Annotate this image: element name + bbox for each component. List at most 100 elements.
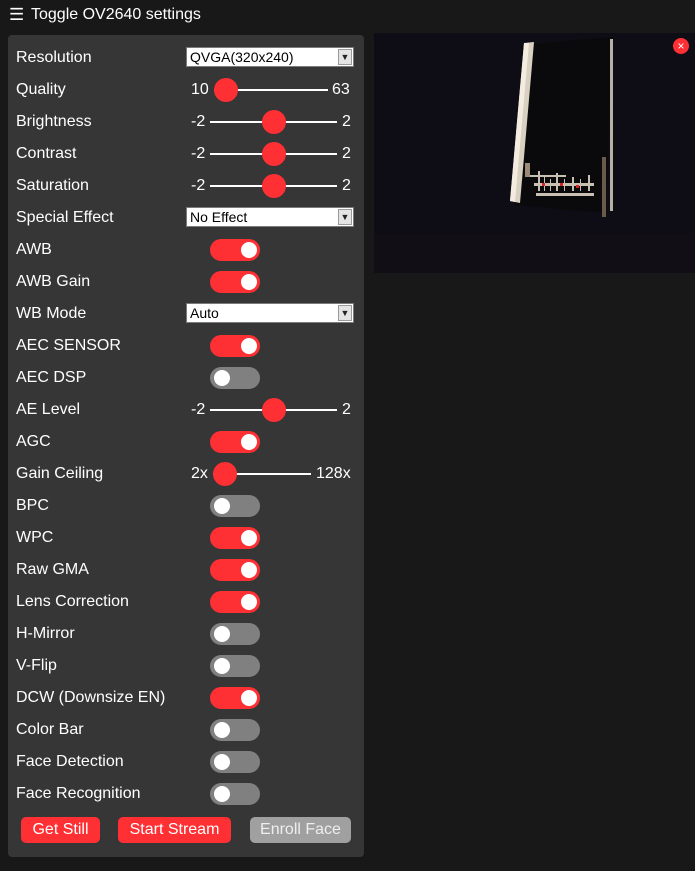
page-title[interactable]: Toggle OV2640 settings: [31, 5, 201, 25]
gain-ceiling-label: Gain Ceiling: [16, 465, 104, 482]
wb-mode-select[interactable]: Auto ▼: [186, 303, 354, 323]
v-flip-label: V-Flip: [16, 657, 57, 674]
toggle-knob: [241, 690, 257, 706]
special-effect-value: No Effect: [190, 209, 248, 225]
saturation-max: 2: [342, 177, 351, 194]
ae-level-min: -2: [191, 401, 206, 418]
contrast-max: 2: [342, 145, 351, 162]
quality-slider-knob[interactable]: [214, 78, 238, 102]
awb-gain-row: AWB Gain: [8, 266, 364, 298]
aec-dsp-label: AEC DSP: [16, 369, 87, 386]
toggle-knob: [214, 754, 230, 770]
h-mirror-label: H-Mirror: [16, 625, 75, 642]
toggle-knob: [241, 434, 257, 450]
ae-level-slider-knob[interactable]: [262, 398, 286, 422]
toggle-knob: [241, 242, 257, 258]
gain-ceiling-slider-knob[interactable]: [213, 462, 237, 486]
enroll-face-button[interactable]: Enroll Face: [250, 817, 351, 843]
bpc-label: BPC: [16, 497, 49, 514]
raw-gma-toggle[interactable]: [210, 559, 260, 581]
contrast-label: Contrast: [16, 145, 77, 162]
aec-sensor-toggle[interactable]: [210, 335, 260, 357]
wpc-label: WPC: [16, 529, 54, 546]
chevron-down-icon: ▼: [338, 305, 352, 321]
brightness-slider-knob[interactable]: [262, 110, 286, 134]
saturation-row: Saturation -2 2: [8, 170, 364, 202]
face-recognition-row: Face Recognition: [8, 778, 364, 810]
lens-correction-row: Lens Correction: [8, 586, 364, 618]
wb-mode-value: Auto: [190, 305, 219, 321]
color-bar-toggle[interactable]: [210, 719, 260, 741]
h-mirror-row: H-Mirror: [8, 618, 364, 650]
camera-frame: [374, 33, 695, 273]
saturation-label: Saturation: [16, 177, 89, 194]
header-bar: ☰ Toggle OV2640 settings: [0, 0, 695, 32]
quality-label: Quality: [16, 81, 66, 98]
face-detection-label: Face Detection: [16, 753, 124, 770]
face-detection-row: Face Detection: [8, 746, 364, 778]
camera-stream-image: [374, 33, 695, 273]
awb-row: AWB: [8, 234, 364, 266]
dcw-label: DCW (Downsize EN): [16, 689, 166, 706]
saturation-min: -2: [191, 177, 206, 194]
quality-row: Quality 10 63: [8, 74, 364, 106]
special-effect-row: Special Effect No Effect ▼: [8, 202, 364, 234]
aec-dsp-row: AEC DSP: [8, 362, 364, 394]
toggle-knob: [214, 722, 230, 738]
contrast-row: Contrast -2 2: [8, 138, 364, 170]
bpc-toggle[interactable]: [210, 495, 260, 517]
gain-ceiling-row: Gain Ceiling 2x 128x: [8, 458, 364, 490]
contrast-min: -2: [191, 145, 206, 162]
brightness-max: 2: [342, 113, 351, 130]
agc-toggle[interactable]: [210, 431, 260, 453]
contrast-slider-knob[interactable]: [262, 142, 286, 166]
quality-min: 10: [191, 81, 209, 98]
awb-gain-label: AWB Gain: [16, 273, 91, 290]
aec-sensor-row: AEC SENSOR: [8, 330, 364, 362]
lens-correction-toggle[interactable]: [210, 591, 260, 613]
ae-level-max: 2: [342, 401, 351, 418]
face-detection-toggle[interactable]: [210, 751, 260, 773]
toggle-knob: [241, 338, 257, 354]
color-bar-label: Color Bar: [16, 721, 84, 738]
toggle-knob: [214, 658, 230, 674]
brightness-min: -2: [191, 113, 206, 130]
v-flip-toggle[interactable]: [210, 655, 260, 677]
chevron-down-icon: ▼: [338, 49, 352, 65]
toggle-knob: [214, 370, 230, 386]
menu-icon[interactable]: ☰: [9, 5, 24, 25]
dcw-row: DCW (Downsize EN): [8, 682, 364, 714]
resolution-select[interactable]: QVGA(320x240) ▼: [186, 47, 354, 67]
bpc-row: BPC: [8, 490, 364, 522]
special-effect-select[interactable]: No Effect ▼: [186, 207, 354, 227]
dcw-toggle[interactable]: [210, 687, 260, 709]
gain-ceiling-max: 128x: [316, 465, 351, 482]
agc-row: AGC: [8, 426, 364, 458]
face-recognition-toggle[interactable]: [210, 783, 260, 805]
wpc-toggle[interactable]: [210, 527, 260, 549]
resolution-row: Resolution QVGA(320x240) ▼: [8, 42, 364, 74]
awb-toggle[interactable]: [210, 239, 260, 261]
brightness-label: Brightness: [16, 113, 92, 130]
wpc-row: WPC: [8, 522, 364, 554]
toggle-knob: [241, 562, 257, 578]
start-stream-button[interactable]: Start Stream: [118, 817, 231, 843]
wb-mode-row: WB Mode Auto ▼: [8, 298, 364, 330]
awb-gain-toggle[interactable]: [210, 271, 260, 293]
toggle-knob: [241, 274, 257, 290]
awb-label: AWB: [16, 241, 52, 258]
ae-level-row: AE Level -2 2: [8, 394, 364, 426]
face-recognition-label: Face Recognition: [16, 785, 141, 802]
ae-level-label: AE Level: [16, 401, 81, 418]
aec-sensor-label: AEC SENSOR: [16, 337, 121, 354]
raw-gma-label: Raw GMA: [16, 561, 89, 578]
wb-mode-label: WB Mode: [16, 305, 87, 322]
saturation-slider-knob[interactable]: [262, 174, 286, 198]
close-stream-button[interactable]: ×: [673, 38, 689, 54]
toggle-knob: [214, 626, 230, 642]
toggle-knob: [241, 594, 257, 610]
h-mirror-toggle[interactable]: [210, 623, 260, 645]
get-still-button[interactable]: Get Still: [21, 817, 100, 843]
aec-dsp-toggle[interactable]: [210, 367, 260, 389]
resolution-label: Resolution: [16, 49, 92, 66]
